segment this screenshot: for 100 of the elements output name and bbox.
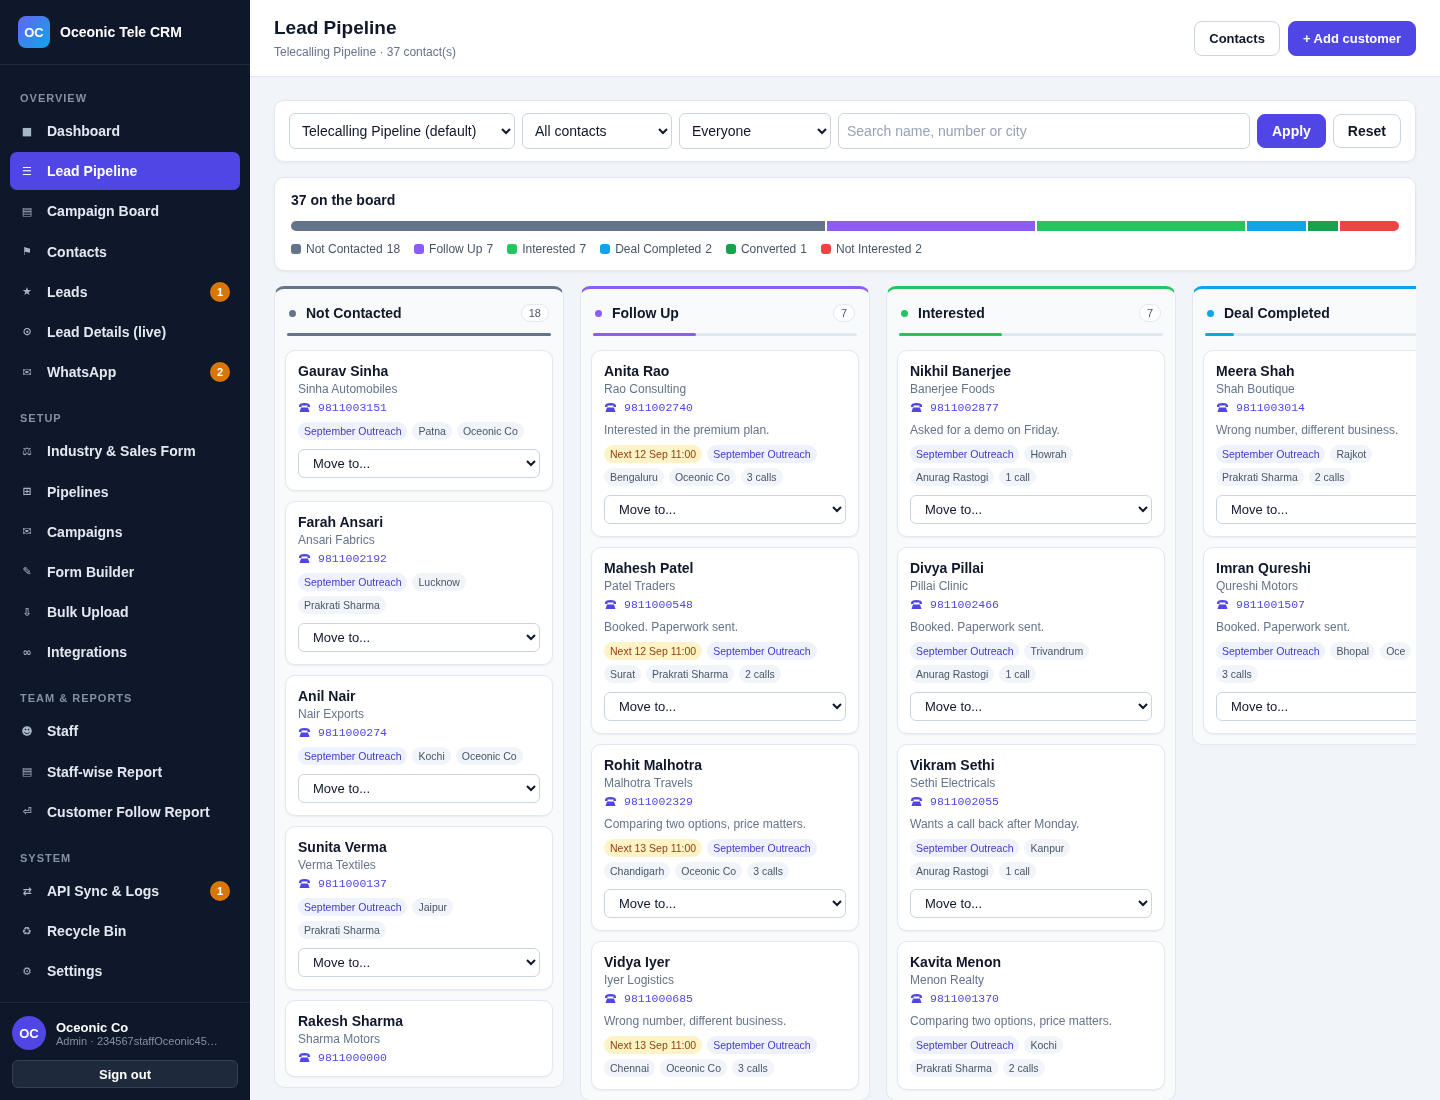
phone-number[interactable]: 9811002329 — [624, 795, 693, 808]
info-tag: Kochi — [1024, 1036, 1063, 1054]
user-role: Admin · 234567staffOceonic45… — [56, 1034, 218, 1047]
filter-select[interactable]: Everyone — [679, 113, 831, 149]
phone-number[interactable]: 9811002055 — [930, 795, 999, 808]
info-tag: 3 calls — [747, 862, 789, 880]
phone-number[interactable]: 9811003151 — [318, 401, 387, 414]
sign-out-button[interactable]: Sign out — [12, 1060, 238, 1088]
move-to-select[interactable]: Move to... — [298, 449, 540, 478]
nav-item[interactable]: ▤ Campaign Board — [10, 192, 240, 231]
search-field[interactable]: Search name, number or city — [838, 113, 1250, 149]
nav-icon: ♻ — [20, 924, 34, 938]
nav-item[interactable]: ⏎ Customer Follow Report — [10, 792, 240, 831]
action-button[interactable]: Apply — [1256, 114, 1326, 148]
campaign-tag: September Outreach — [910, 839, 1020, 857]
action-button[interactable]: Contacts — [1194, 20, 1280, 56]
count-badge: 1 — [210, 281, 230, 302]
nav-item[interactable]: ▤ Staff-wise Report — [10, 752, 240, 791]
lead-card[interactable]: Nikhil Banerjee Banerjee Foods 9811002877 Asked for a demo on Friday. September Outreach Howrah Anurag Rastogi 1 call Move to... — [897, 350, 1165, 537]
lead-card[interactable]: Kavita Menon Menon Realty 9811001370 Comparing two options, price matters. September Outreach Kochi Prakrati Sharma 2 calls — [897, 941, 1165, 1090]
nav-item[interactable]: ⇩ Bulk Upload — [10, 593, 240, 632]
move-to-select[interactable]: Move to... — [910, 692, 1152, 721]
move-to-select[interactable]: Move to... — [604, 495, 846, 524]
nav-item[interactable]: ☻ Staff — [10, 712, 240, 751]
nav-icon: ⚖ — [20, 444, 34, 458]
filter-select[interactable]: Telecalling Pipeline (default) — [289, 113, 515, 149]
nav-item[interactable]: ⇄ API Sync & Logs 1 — [10, 872, 240, 910]
phone-number[interactable]: 9811002740 — [624, 401, 693, 414]
nav-item[interactable]: ☰ Lead Pipeline — [10, 152, 240, 191]
move-to-select[interactable]: Move to... — [1216, 495, 1416, 524]
lead-note: Interested in the premium plan. — [604, 423, 771, 437]
nav-item[interactable]: ♻ Recycle Bin — [10, 912, 240, 951]
nav-item[interactable]: ⊙ Lead Details (live) — [10, 312, 240, 351]
lead-card[interactable]: Rohit Malhotra Malhotra Travels 9811002329 Comparing two options, price matters. Next 13 Sep 11:00 September Outreach Chandigarh Oceonic Co 3 calls Move to... — [591, 744, 859, 931]
move-to-select[interactable]: Move to... — [604, 692, 846, 721]
nav-item[interactable]: ✎ Form Builder — [10, 552, 240, 591]
campaign-tag: September Outreach — [1216, 445, 1326, 463]
lead-card[interactable]: Vidya Iyer Iyer Logistics 9811000685 Wrong number, different business. Next 13 Sep 11:00 September Outreach Chennai Oceonic Co 3 calls — [591, 941, 859, 1090]
phone-number[interactable]: 9811001370 — [930, 992, 999, 1005]
move-to-select[interactable]: Move to... — [910, 889, 1152, 918]
section-label: TEAM & REPORTS — [19, 691, 134, 707]
nav-item[interactable]: ✉ Campaigns — [10, 512, 240, 551]
phone-number[interactable]: 9811001507 — [1236, 598, 1305, 611]
campaign-tag: September Outreach — [298, 747, 408, 765]
lead-card[interactable]: Divya Pillai Pillai Clinic 9811002466 Booked. Paperwork sent. September Outreach Trivandrum Anurag Rastogi 1 call Move to... — [897, 547, 1165, 734]
phone-icon — [298, 402, 311, 413]
nav-icon: ★ — [20, 285, 34, 299]
lead-card[interactable]: Imran Qureshi Qureshi Motors 9811001507 Booked. Paperwork sent. September Outreach Bhopal Oce 3 calls Move to... — [1203, 547, 1416, 734]
info-tag: 3 calls — [732, 1059, 774, 1077]
lead-card[interactable]: Farah Ansari Ansari Fabrics 9811002192 September Outreach Lucknow Prakrati Sharma Move to... — [285, 501, 553, 665]
lead-card[interactable]: Gaurav Sinha Sinha Automobiles 9811003151 September Outreach Patna Oceonic Co Move to... — [285, 350, 553, 491]
info-tag: Jaipur — [412, 898, 454, 916]
contact-name: Anita Rao — [604, 363, 671, 379]
nav-item[interactable]: ⚙ Settings — [10, 952, 240, 991]
company-name: Sinha Automobiles — [298, 382, 399, 396]
move-to-select[interactable]: Move to... — [298, 623, 540, 652]
action-button[interactable]: + Add customer — [1287, 20, 1416, 56]
legend-count: 18 — [386, 242, 401, 256]
nav-item[interactable]: ★ Leads 1 — [10, 272, 240, 311]
move-to-select[interactable]: Move to... — [910, 495, 1152, 524]
lead-card[interactable]: Meera Shah Shah Boutique 9811003014 Wrong number, different business. September Outreach Rajkot Prakrati Sharma 2 calls Move to... — [1203, 350, 1416, 537]
phone-number[interactable]: 9811002877 — [930, 401, 999, 414]
follow-up-tag: Next 13 Sep 11:00 — [604, 839, 703, 857]
nav-item[interactable]: ⚖ Industry & Sales Form — [10, 432, 240, 471]
nav-item[interactable]: ✉ WhatsApp 2 — [10, 353, 240, 392]
section-label: OVERVIEW — [19, 91, 89, 106]
section-label: SETUP — [19, 411, 63, 427]
action-button[interactable]: Reset — [1332, 114, 1401, 148]
move-to-select[interactable]: Move to... — [298, 948, 540, 977]
contact-name: Mahesh Patel — [604, 560, 695, 576]
phone-number[interactable]: 9811000000 — [318, 1051, 387, 1064]
legend-label: Not Interested — [836, 242, 912, 256]
lead-card[interactable]: Mahesh Patel Patel Traders 9811000548 Booked. Paperwork sent. Next 12 Sep 11:00 September Outreach Surat Prakrati Sharma 2 calls Move to... — [591, 547, 859, 734]
move-to-select[interactable]: Move to... — [298, 774, 540, 803]
info-tag: Howrah — [1024, 445, 1073, 463]
campaign-tag: September Outreach — [910, 445, 1020, 463]
phone-number[interactable]: 9811003014 — [1236, 401, 1305, 414]
nav-item[interactable]: ■ Dashboard — [10, 112, 240, 150]
phone-number[interactable]: 9811000548 — [624, 598, 693, 611]
phone-number[interactable]: 9811000137 — [318, 877, 387, 890]
phone-number[interactable]: 9811002192 — [318, 552, 387, 565]
lead-card[interactable]: Anil Nair Nair Exports 9811000274 September Outreach Kochi Oceonic Co Move to... — [285, 675, 553, 816]
nav-item[interactable]: ∞ Integrations — [10, 633, 240, 672]
move-to-select[interactable]: Move to... — [604, 889, 846, 918]
nav-icon: ⇩ — [20, 605, 34, 619]
lead-note: Comparing two options, price matters. — [604, 817, 808, 831]
lead-card[interactable]: Anita Rao Rao Consulting 9811002740 Interested in the premium plan. Next 12 Sep 11:00 September Outreach Bengaluru Oceonic Co 3 calls Move to... — [591, 350, 859, 537]
contact-name: Sunita Verma — [298, 839, 388, 855]
lead-card[interactable]: Rakesh Sharma Sharma Motors 9811000000 — [285, 1000, 553, 1077]
phone-number[interactable]: 9811000274 — [318, 726, 387, 739]
lead-card[interactable]: Sunita Verma Verma Textiles 9811000137 September Outreach Jaipur Prakrati Sharma Move to... — [285, 826, 553, 990]
move-to-select[interactable]: Move to... — [1216, 692, 1416, 721]
nav-item[interactable]: ⊞ Pipelines — [10, 472, 240, 511]
lead-note: Booked. Paperwork sent. — [1216, 620, 1352, 634]
phone-number[interactable]: 9811002466 — [930, 598, 999, 611]
contact-name: Meera Shah — [1216, 363, 1296, 379]
phone-number[interactable]: 9811000685 — [624, 992, 693, 1005]
filter-select[interactable]: All contacts — [522, 113, 672, 149]
lead-card[interactable]: Vikram Sethi Sethi Electricals 9811002055 Wants a call back after Monday. September Outreach Kanpur Anurag Rastogi 1 call Move to... — [897, 744, 1165, 931]
nav-item[interactable]: ⚑ Contacts — [10, 232, 240, 271]
